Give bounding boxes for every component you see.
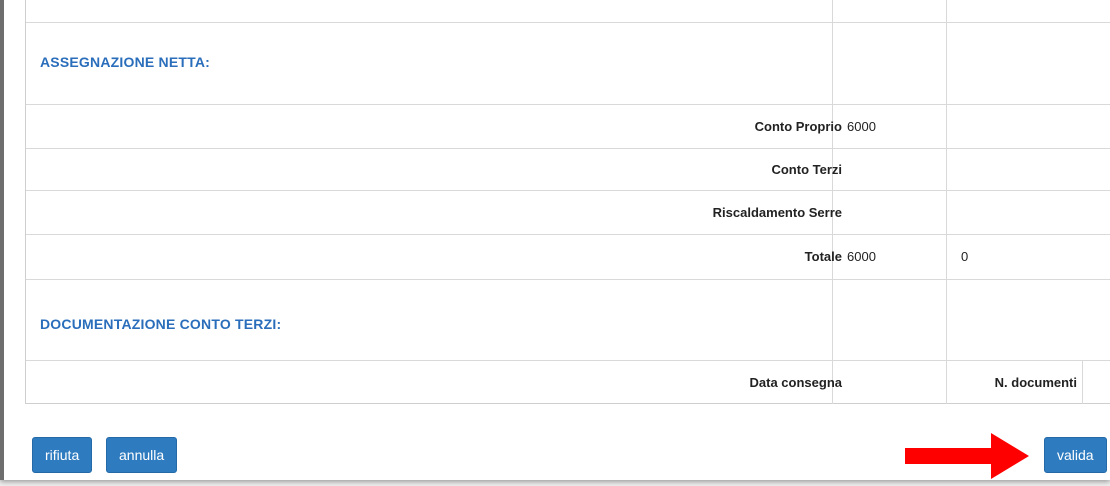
column-divider: [832, 0, 833, 404]
row-divider: [26, 190, 1110, 191]
column-divider: [946, 0, 947, 404]
n-documenti-label: N. documenti: [994, 375, 1077, 390]
form-window: ASSEGNAZIONE NETTA: Conto Proprio 6000 C…: [0, 0, 1110, 480]
row-divider: [26, 104, 1110, 105]
documentazione-conto-terzi-title: DOCUMENTAZIONE CONTO TERZI:: [40, 316, 282, 332]
column-divider: [1082, 360, 1083, 404]
conto-terzi-label: Conto Terzi: [771, 162, 842, 177]
rifiuta-button[interactable]: rifiuta: [32, 437, 93, 473]
arrow-right-icon: [905, 433, 1029, 479]
totale-value: 6000: [847, 249, 876, 264]
row-divider: [26, 360, 1110, 361]
valida-button[interactable]: valida: [1044, 437, 1107, 473]
data-consegna-label: Data consegna: [749, 375, 842, 390]
row-divider: [26, 22, 1110, 23]
conto-proprio-value: 6000: [847, 119, 876, 134]
totale-label: Totale: [804, 249, 842, 264]
form-table: ASSEGNAZIONE NETTA: Conto Proprio 6000 C…: [25, 0, 1110, 404]
annulla-button[interactable]: annulla: [106, 437, 178, 473]
row-divider: [26, 279, 1110, 280]
totale-value-2: 0: [961, 249, 969, 264]
conto-proprio-label: Conto Proprio: [754, 119, 842, 134]
assegnazione-netta-title: ASSEGNAZIONE NETTA:: [40, 54, 210, 70]
riscaldamento-serre-label: Riscaldamento Serre: [712, 205, 842, 220]
row-divider: [26, 234, 1110, 235]
row-divider: [26, 148, 1110, 149]
